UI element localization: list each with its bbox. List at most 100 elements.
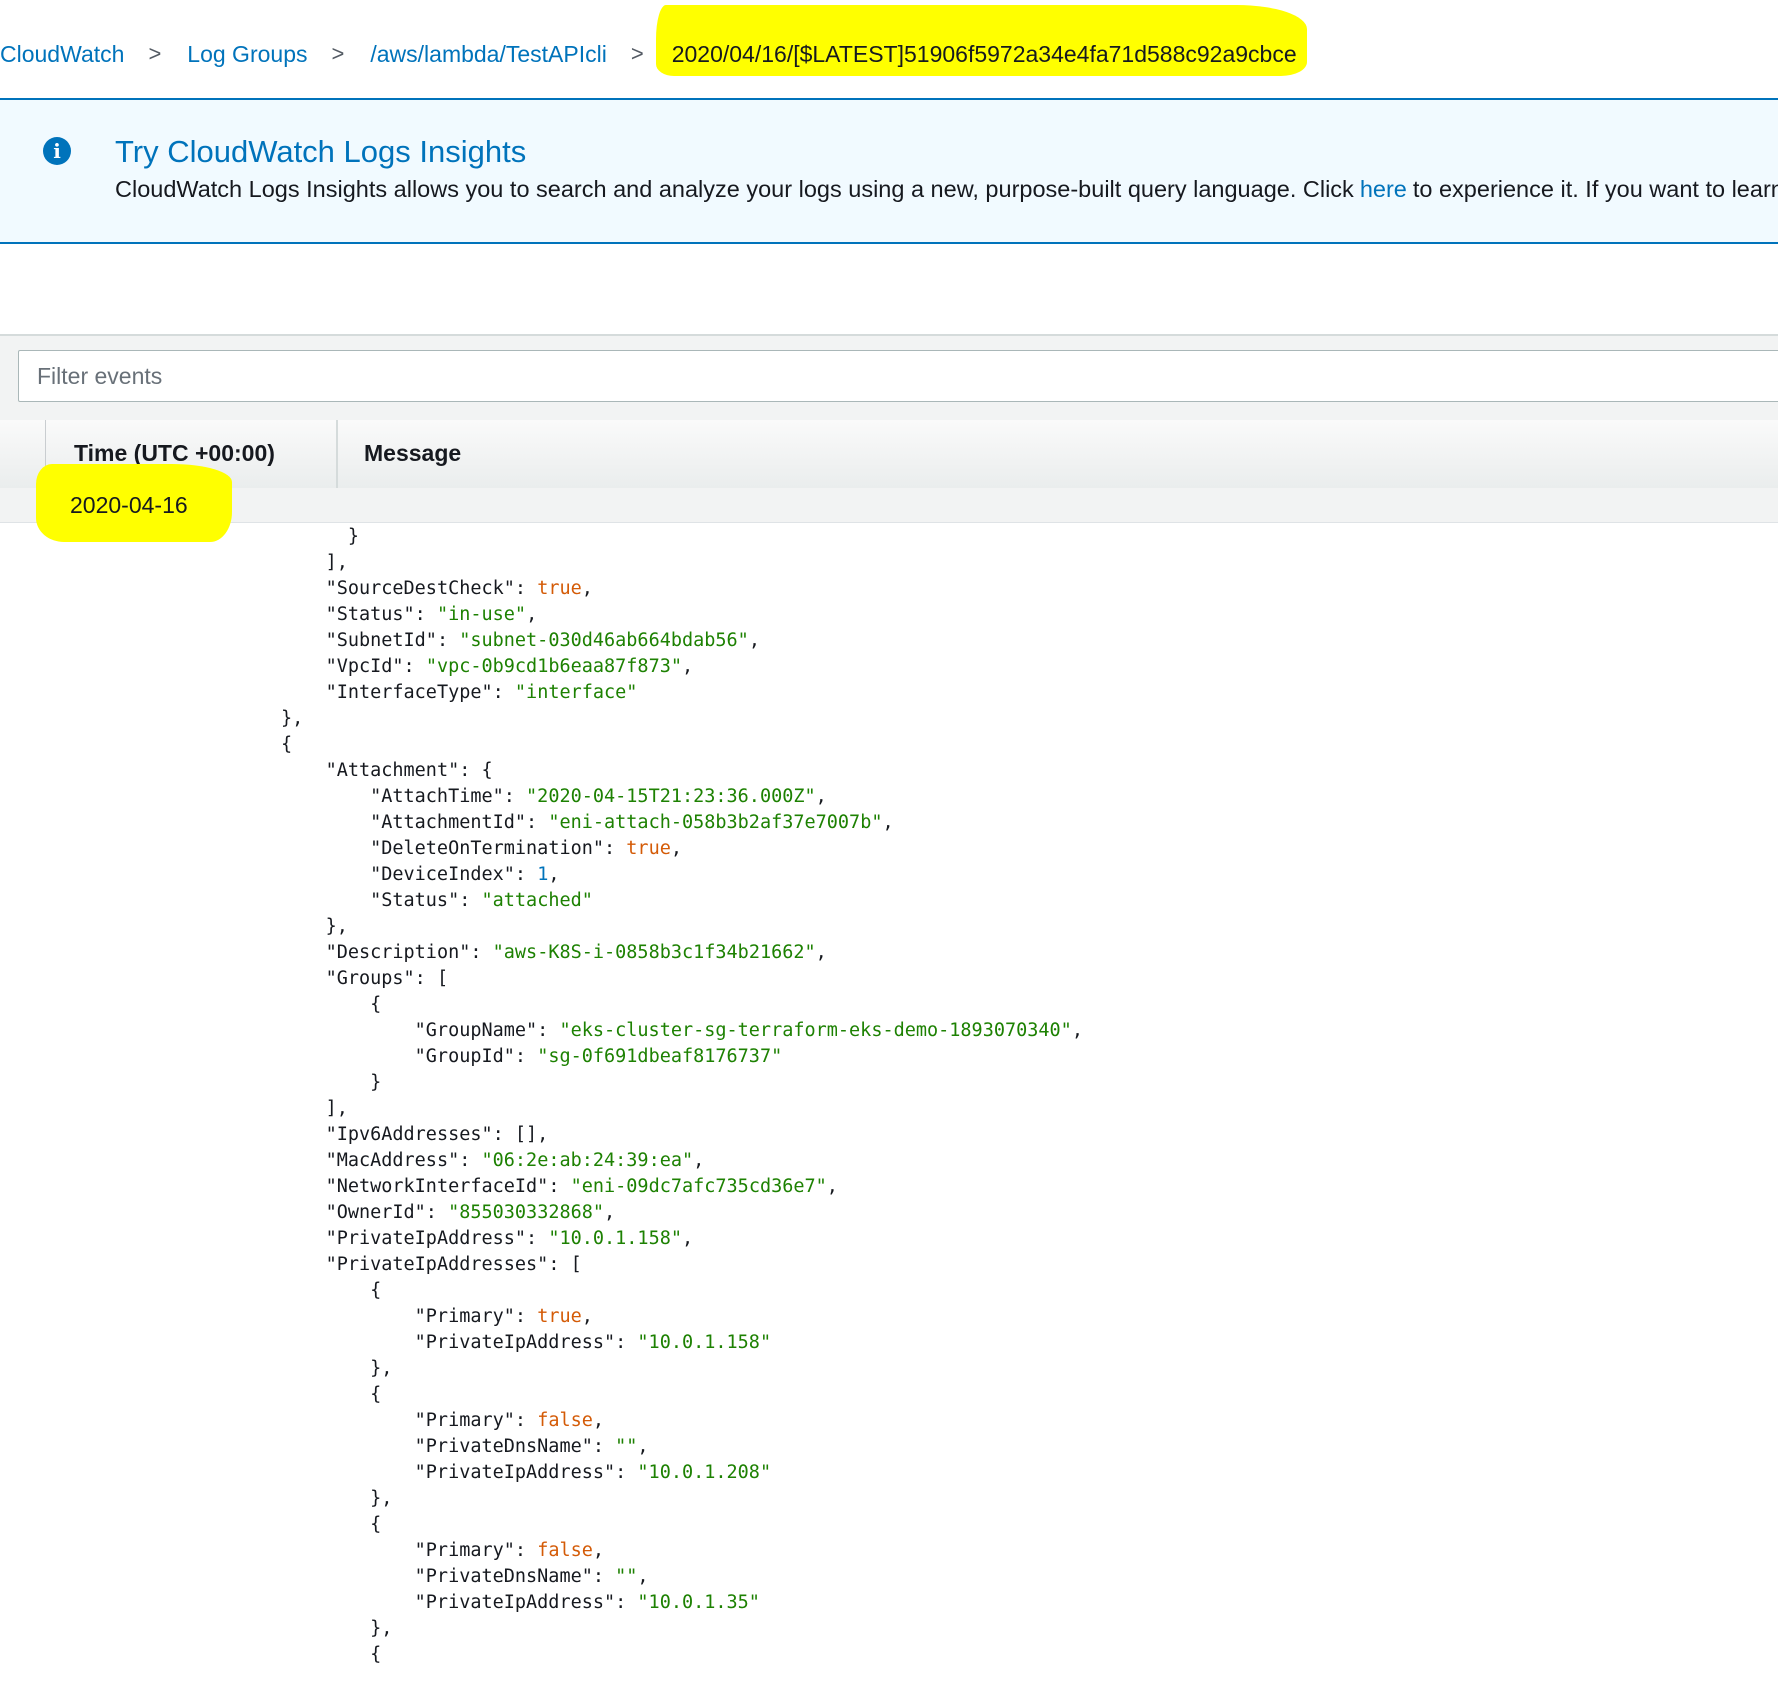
- message-token: "eni-09dc7afc735cd36e7": [570, 1176, 827, 1197]
- message-token: "": [615, 1566, 638, 1587]
- message-token: {: [370, 1644, 382, 1665]
- message-token: "DeleteOnTermination":: [370, 838, 627, 859]
- message-token: ,: [526, 604, 538, 625]
- message-token: "Status":: [370, 890, 482, 911]
- message-line: "Primary": false,: [281, 1538, 1083, 1564]
- message-token: {: [370, 1280, 382, 1301]
- filter-events-input[interactable]: [18, 350, 1778, 402]
- message-token: "Primary":: [414, 1410, 538, 1431]
- message-token: "InterfaceType":: [325, 682, 515, 703]
- message-token: "Ipv6Addresses": [],: [325, 1124, 549, 1145]
- message-token: false: [537, 1540, 593, 1561]
- message-line: "Description": "aws-K8S-i-0858b3c1f34b21…: [281, 940, 1083, 966]
- chevron-right-icon: >: [630, 41, 644, 66]
- column-resize-handle[interactable]: [336, 420, 338, 488]
- message-token: ,: [815, 942, 827, 963]
- message-line: "Attachment": {: [281, 758, 1083, 784]
- message-token: {: [370, 1384, 382, 1405]
- message-token: "SubnetId":: [325, 630, 460, 651]
- message-token: ,: [581, 578, 593, 599]
- message-line: "PrivateDnsName": "",: [281, 1434, 1083, 1460]
- message-token: "eks-cluster-sg-terraform-eks-demo-18930…: [559, 1020, 1072, 1041]
- message-line: {: [281, 1512, 1083, 1538]
- message-token: "10.0.1.35": [637, 1592, 760, 1613]
- message-token: }: [370, 1072, 382, 1093]
- message-token: ,: [592, 1540, 605, 1561]
- message-line: }: [281, 524, 1083, 550]
- message-token: "Attachment": {: [325, 760, 493, 781]
- message-token: ,: [693, 1150, 705, 1171]
- message-line: {: [281, 1278, 1083, 1304]
- message-token: ,: [581, 1306, 593, 1327]
- message-token: "PrivateIpAddress":: [325, 1228, 549, 1249]
- message-line: "Primary": true,: [281, 1304, 1083, 1330]
- message-line: "PrivateIpAddress": "10.0.1.158",: [281, 1226, 1083, 1252]
- message-line: },: [281, 914, 1083, 940]
- message-token: "PrivateIpAddress":: [414, 1462, 638, 1483]
- banner-text-after: to experience it. If you want to learn: [1412, 176, 1778, 202]
- message-line: "Groups": [: [281, 966, 1083, 992]
- time-column-header[interactable]: Time (UTC +00:00): [74, 440, 275, 467]
- message-column-header[interactable]: Message: [364, 440, 461, 467]
- message-token: "PrivateIpAddress":: [414, 1332, 638, 1353]
- breadcrumb-log-groups-link[interactable]: Log Groups: [187, 41, 307, 68]
- message-token: "eni-attach-058b3b2af37e7007b": [548, 812, 883, 833]
- message-line: },: [281, 1616, 1083, 1642]
- message-token: ,: [592, 1410, 605, 1431]
- message-token: ,: [637, 1566, 649, 1587]
- breadcrumb: CloudWatch > Log Groups > /aws/lambda/Te…: [0, 4, 1307, 80]
- message-token: "in-use": [436, 604, 527, 625]
- message-token: ,: [637, 1436, 649, 1457]
- message-token: {: [370, 1514, 382, 1535]
- message-token: },: [281, 708, 304, 729]
- message-token: ],: [325, 1098, 348, 1119]
- message-token: ,: [548, 864, 560, 885]
- message-token: ,: [681, 1228, 694, 1249]
- message-token: ,: [882, 812, 894, 833]
- message-line: {: [281, 1642, 1083, 1668]
- message-token: {: [370, 994, 382, 1015]
- message-line: "InterfaceType": "interface": [281, 680, 1083, 706]
- message-token: ,: [826, 1176, 838, 1197]
- message-line: "VpcId": "vpc-0b9cd1b6eaa87f873",: [281, 654, 1083, 680]
- date-group-row: [0, 488, 1778, 523]
- breadcrumb-log-group-link[interactable]: /aws/lambda/TestAPIcli: [370, 41, 606, 68]
- message-line: "AttachmentId": "eni-attach-058b3b2af37e…: [281, 810, 1083, 836]
- banner-here-link[interactable]: here: [1360, 176, 1407, 202]
- message-line: "SubnetId": "subnet-030d46ab664bdab56",: [281, 628, 1083, 654]
- message-token: "855030332868": [448, 1202, 605, 1223]
- message-token: "GroupName":: [414, 1020, 560, 1041]
- message-token: }: [347, 526, 359, 547]
- message-token: "06:2e:ab:24:39:ea": [481, 1150, 694, 1171]
- message-token: "AttachmentId":: [370, 812, 549, 833]
- message-token: "vpc-0b9cd1b6eaa87f873": [425, 656, 682, 677]
- message-token: ,: [604, 1202, 616, 1223]
- message-token: "10.0.1.208": [637, 1462, 772, 1483]
- message-line: "Status": "attached": [281, 888, 1083, 914]
- message-token: },: [370, 1488, 393, 1509]
- message-token: "2020-04-15T21:23:36.000Z": [526, 786, 816, 807]
- banner-title: Try CloudWatch Logs Insights: [115, 134, 527, 169]
- message-token: ,: [682, 656, 694, 677]
- info-icon: i: [43, 137, 71, 165]
- breadcrumb-cloudwatch-link[interactable]: CloudWatch: [0, 41, 124, 68]
- log-message-json: } ], "SourceDestCheck": true, "Status": …: [281, 524, 1083, 1668]
- message-line: "DeviceIndex": 1,: [281, 862, 1083, 888]
- message-token: false: [537, 1410, 593, 1431]
- message-line: ],: [281, 1096, 1083, 1122]
- message-token: "MacAddress":: [325, 1150, 482, 1171]
- insights-info-banner: i Try CloudWatch Logs Insights CloudWatc…: [0, 98, 1778, 244]
- message-token: ,: [1071, 1020, 1083, 1041]
- message-token: "PrivateIpAddress":: [414, 1592, 638, 1613]
- message-line: },: [281, 1486, 1083, 1512]
- message-token: "PrivateIpAddresses": [: [325, 1254, 582, 1275]
- message-token: {: [281, 734, 293, 755]
- message-token: "10.0.1.158": [548, 1228, 682, 1249]
- message-token: ],: [325, 552, 348, 573]
- message-line: "Primary": false,: [281, 1408, 1083, 1434]
- message-line: "Ipv6Addresses": [],: [281, 1122, 1083, 1148]
- message-token: ,: [670, 838, 682, 859]
- message-line: "OwnerId": "855030332868",: [281, 1200, 1083, 1226]
- message-token: "NetworkInterfaceId":: [325, 1176, 571, 1197]
- message-line: "Status": "in-use",: [281, 602, 1083, 628]
